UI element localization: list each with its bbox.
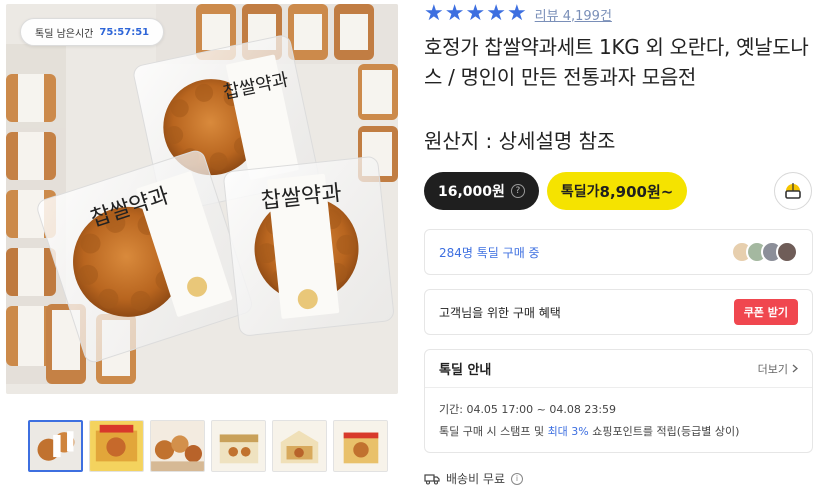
rating-row: ★ ★ ★ ★ ★ 리뷰 4,199건: [424, 1, 612, 26]
more-link[interactable]: 더보기: [758, 361, 798, 377]
star-icon: ★: [444, 1, 465, 26]
timer-label: 톡딜 남은시간: [35, 28, 94, 40]
deal-info-header: 톡딜 안내 더보기: [425, 350, 812, 388]
price-row: 16,000원 ? 톡딜가 8,900원~: [424, 172, 688, 210]
info-icon[interactable]: i: [511, 472, 524, 485]
buyer-avatars: [731, 241, 798, 263]
shipping-text: 배송비 무료: [446, 472, 506, 486]
stamp-highlight: 최대 3%: [547, 425, 589, 438]
deal-stamp-info: 톡딜 구매 시 스탬프 및 최대 3% 쇼핑포인트를 적립(등급별 상이): [439, 421, 798, 443]
star-icon: ★: [486, 1, 506, 26]
coupon-button[interactable]: 쿠폰 받기: [733, 299, 798, 325]
yakgwa-photo: 찹쌀약과 찹쌀약과 찹쌀약과: [6, 4, 398, 394]
thumbnail-1[interactable]: [28, 420, 83, 472]
thumbnail-3[interactable]: [150, 420, 205, 472]
star-icon: ★: [465, 1, 486, 26]
more-label: 더보기: [757, 362, 788, 376]
star-icon: ★: [506, 1, 527, 26]
buyers-count: 284명 톡딜 구매 중: [439, 245, 540, 260]
thumbnail-6[interactable]: [333, 420, 388, 472]
deal-price-label: 톡딜가: [560, 184, 600, 200]
chevron-right-icon: [792, 364, 798, 373]
question-icon[interactable]: ?: [510, 184, 525, 198]
star-rating: ★ ★ ★ ★ ★: [424, 1, 527, 26]
benefit-card: 고객님을 위한 구매 혜택 쿠폰 받기: [424, 289, 813, 335]
cart-icon: [785, 183, 801, 199]
product-origin: 원산지 : 상세설명 참조: [424, 129, 616, 153]
star-icon: ★: [424, 1, 444, 26]
deal-info-title: 톡딜 안내: [439, 363, 492, 378]
shipping-row: 배송비 무료 i: [424, 470, 524, 487]
normal-price-button[interactable]: 16,000원 ?: [424, 172, 539, 210]
stamp-suffix: 쇼핑포인트를 적립(등급별 상이): [588, 425, 740, 438]
stamp-prefix: 톡딜 구매 시 스탬프 및: [439, 425, 548, 438]
product-main-image: 찹쌀약과 찹쌀약과 찹쌀약과 톡딜 남은시간 75:57:51: [6, 4, 398, 394]
avatar: [776, 241, 798, 263]
deal-price-button[interactable]: 톡딜가 8,900원~: [546, 172, 688, 210]
deal-price: 8,900원~: [599, 182, 674, 201]
thumbnail-2[interactable]: [89, 420, 144, 472]
deal-period: 기간: 04.05 17:00 ~ 04.08 23:59: [439, 403, 617, 416]
deal-timer: 톡딜 남은시간 75:57:51: [20, 18, 165, 46]
thumbnail-strip: [28, 420, 388, 472]
product-title: 호정가 찹쌀약과세트 1KG 외 오란다, 옛날도나스 / 명인이 만든 전통과…: [424, 35, 809, 89]
deal-info-card: 톡딜 안내 더보기 기간: 04.05 17:00 ~ 04.08 23:59 …: [424, 349, 813, 453]
thumbnail-4[interactable]: [211, 420, 266, 472]
benefit-text: 고객님을 위한 구매 혜택: [439, 305, 561, 320]
cart-button[interactable]: [774, 172, 812, 210]
buyers-card: 284명 톡딜 구매 중: [424, 229, 813, 275]
thumbnail-5[interactable]: [272, 420, 327, 472]
timer-value: 75:57:51: [99, 26, 150, 38]
normal-price: 16,000원: [438, 184, 505, 200]
truck-icon: [424, 473, 440, 485]
review-count-link[interactable]: 리뷰 4,199건: [535, 5, 612, 24]
deal-info-body: 기간: 04.05 17:00 ~ 04.08 23:59 톡딜 구매 시 스탬…: [425, 388, 812, 443]
